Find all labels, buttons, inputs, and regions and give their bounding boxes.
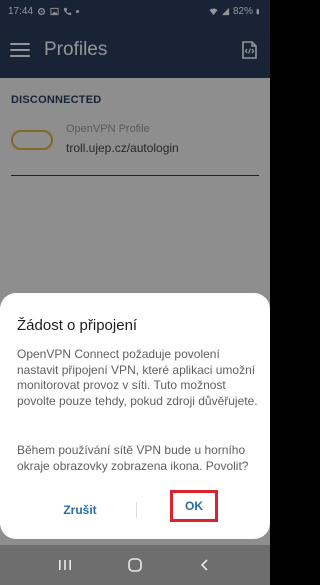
recent-apps-icon: [59, 560, 71, 570]
screen: 17:44 82% Profiles DISCONNECTED OpenVPN …: [0, 0, 270, 585]
home-icon: [128, 558, 142, 572]
system-nav-bar: [0, 545, 270, 585]
back-button[interactable]: [193, 553, 217, 577]
dialog-message-secondary: Během používání sítě VPN bude u horního …: [17, 443, 249, 473]
dialog-title: Žádost o připojení: [17, 317, 138, 334]
home-button[interactable]: [123, 553, 147, 577]
dialog-message: OpenVPN Connect požaduje povolení nastav…: [17, 347, 258, 408]
ok-button[interactable]: OK: [173, 493, 215, 519]
recent-apps-button[interactable]: [53, 553, 77, 577]
ok-button-highlight: OK: [170, 490, 218, 522]
back-icon: [200, 559, 208, 571]
vpn-permission-dialog: Žádost o připojení OpenVPN Connect požad…: [0, 293, 270, 539]
button-divider: [136, 502, 137, 518]
cancel-button[interactable]: Zrušit: [45, 499, 115, 521]
